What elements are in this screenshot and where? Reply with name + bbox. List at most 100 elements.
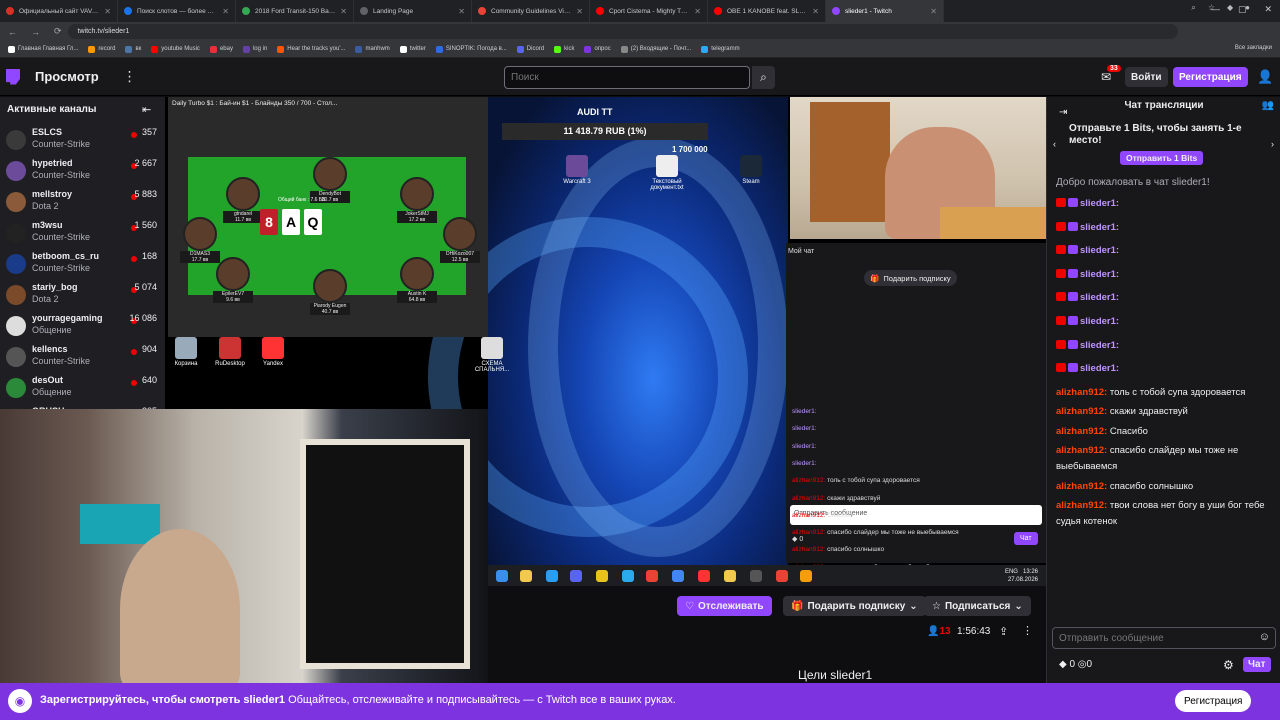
browser-tab[interactable]: OBE 1 KANOBE feat. SLIM - 5 y ✕ xyxy=(708,0,826,22)
collapse-sidebar-icon[interactable]: ⇤ xyxy=(142,103,151,116)
chat-send-button[interactable]: Чат xyxy=(1243,657,1271,672)
overlay-bits: ◆ 0 xyxy=(792,536,804,543)
app-icon xyxy=(800,570,812,582)
tab-close-icon[interactable]: ✕ xyxy=(340,7,347,16)
overlay-chat-message: alizhan912: Спасибо xyxy=(792,512,853,519)
profile-icon[interactable]: ● xyxy=(1245,3,1250,13)
tab-title: Cport Cistema - Mighty Try - Yo xyxy=(609,7,689,15)
share-icon[interactable]: ⇪ xyxy=(999,625,1008,638)
browser-tab[interactable]: Официальный сайт VAVADA C ✕ xyxy=(0,0,118,22)
broadcaster-badge-icon xyxy=(1056,221,1066,231)
sidebar-channel[interactable]: betboom_cs_ru Counter-Strike 168 xyxy=(0,248,165,279)
follow-button[interactable]: ♡ Отслеживать xyxy=(677,596,772,616)
subscribe-button[interactable]: ☆ Подписаться ⌄ xyxy=(924,596,1031,616)
notifications-icon[interactable]: ✉ xyxy=(1101,70,1111,84)
tab-close-icon[interactable]: ✕ xyxy=(104,7,111,16)
tab-close-icon[interactable]: ✕ xyxy=(812,7,819,16)
emote-picker-icon[interactable]: ☺ xyxy=(1259,631,1270,643)
browser-tab[interactable]: 2018 Ford Transit-150 Base w/ ✕ xyxy=(236,0,354,22)
bookmark-item[interactable]: Dicord xyxy=(516,45,544,53)
bookmark-item[interactable]: youtube Music xyxy=(151,45,200,53)
search-button[interactable]: ⌕ xyxy=(752,66,775,89)
folder-icon xyxy=(520,570,532,582)
poker-seat xyxy=(216,257,250,291)
bookmark-item[interactable]: SINOPTIK: Погода в... xyxy=(435,45,507,53)
poker-seat-label: EpilerEV7 9.6 вв xyxy=(213,291,253,303)
reload-icon[interactable]: ⟳ xyxy=(54,26,62,37)
search-input[interactable] xyxy=(504,66,750,89)
zoom-icon[interactable]: ⌕ xyxy=(1191,3,1195,13)
browser-tab[interactable]: Поиск слотов — более 5000 ✕ xyxy=(118,0,236,22)
sidebar-channel[interactable]: ESLCS Counter-Strike 357 xyxy=(0,124,165,155)
url-field[interactable]: twitch.tv/slieder1 xyxy=(67,24,1178,39)
chrome-icon xyxy=(646,570,658,582)
sidebar-channel[interactable]: hypetried Counter-Strike 2 667 xyxy=(0,155,165,186)
chevron-down-icon: ⌄ xyxy=(1014,600,1023,612)
browser-tab[interactable]: Cport Cistema - Mighty Try - Yo ✕ xyxy=(590,0,708,22)
desktop-icon: СХЕМА СПАЛЬНЯ... xyxy=(472,337,512,373)
poker-seat-label: JokerStMJ 17.2 вв xyxy=(397,211,437,223)
channel-category: Dota 2 xyxy=(32,201,59,211)
extension-icon[interactable]: ◆ xyxy=(1227,3,1233,13)
browser-tab[interactable]: slieder1 - Twitch ✕ xyxy=(826,0,944,22)
sidebar-channel[interactable]: m3wsu Counter-Strike 1 560 xyxy=(0,217,165,248)
send-bits-button[interactable]: Отправить 1 Bits xyxy=(1120,151,1204,165)
more-menu-icon[interactable]: ⋮ xyxy=(123,68,137,85)
bookmark-item[interactable]: telegramm xyxy=(701,45,740,53)
more-options-icon[interactable]: ⋮ xyxy=(1022,624,1033,637)
tab-close-icon[interactable]: ✕ xyxy=(458,7,465,16)
telegram-icon xyxy=(622,570,634,582)
bookmark-item[interactable]: (2) Входящие - Почт... xyxy=(620,45,692,53)
tab-close-icon[interactable]: ✕ xyxy=(222,7,229,16)
browse-link[interactable]: Просмотр xyxy=(35,69,99,84)
tab-close-icon[interactable]: ✕ xyxy=(930,7,937,16)
gift-sub-button[interactable]: 🎁 Подарить подписку ⌄ xyxy=(783,596,926,616)
banner-signup-button[interactable]: Регистрация xyxy=(1175,690,1252,712)
chat-settings-icon[interactable]: ⚙ xyxy=(1223,658,1234,672)
sidebar-channel[interactable]: ORUSHcore 205 xyxy=(0,403,165,409)
all-bookmarks-link[interactable]: Все закладки xyxy=(1235,45,1272,51)
browser-tab[interactable]: Community Guidelines Violatio ✕ xyxy=(472,0,590,22)
bookmark-item[interactable]: manhwm xyxy=(355,45,390,53)
close-window-icon[interactable]: ✕ xyxy=(1264,4,1272,15)
bookmark-item[interactable]: опрос xyxy=(584,45,611,53)
forward-icon[interactable]: → xyxy=(31,27,40,37)
gift-icon: 🎁 xyxy=(791,600,804,612)
bookmark-item[interactable]: log in xyxy=(242,45,267,53)
chat-bits[interactable]: ◆ 0 ◎0 xyxy=(1059,659,1092,670)
chat-users-icon[interactable]: 👥 xyxy=(1262,100,1274,111)
sidebar-channel[interactable]: yourragegaming Общение 16 086 xyxy=(0,310,165,341)
chat-input[interactable] xyxy=(1052,627,1276,649)
sidebar-channel[interactable]: kellencs Counter-Strike 904 xyxy=(0,341,165,372)
bookmark-item[interactable]: record xyxy=(88,45,115,53)
signup-button[interactable]: Регистрация xyxy=(1173,67,1248,87)
bits-next-icon[interactable]: › xyxy=(1271,139,1274,149)
chat-username: slieder1: xyxy=(1080,316,1120,327)
tab-close-icon[interactable]: ✕ xyxy=(576,7,583,16)
login-button[interactable]: Войти xyxy=(1125,67,1168,87)
bookmark-item[interactable]: Главная Главная Гл... xyxy=(8,45,78,53)
back-icon[interactable]: ← xyxy=(8,27,17,37)
browser-tab[interactable]: Landing Page ✕ xyxy=(354,0,472,22)
bookmark-label: (2) Входящие - Почт... xyxy=(630,46,692,52)
bookmark-item[interactable]: ebay xyxy=(209,45,233,53)
channel-name: ESLCS xyxy=(32,127,63,137)
sidebar-channel[interactable]: desOut Общение 640 xyxy=(0,372,165,403)
bookmark-item[interactable]: kick xyxy=(554,45,574,53)
overlay-gift-sub: 🎁 Подарить подписку xyxy=(864,270,957,286)
twitch-logo-icon[interactable] xyxy=(6,68,20,85)
overlay-chat-message: alizhan912: толь с тобой супа здороваетс… xyxy=(792,477,920,484)
bookmark-item[interactable]: twitter xyxy=(399,45,426,53)
tab-close-icon[interactable]: ✕ xyxy=(694,7,701,16)
bookmark-item[interactable]: вк xyxy=(125,45,141,53)
bookmark-item[interactable]: Hear the tracks you'... xyxy=(277,45,345,53)
tab-title: slieder1 - Twitch xyxy=(845,7,892,15)
bits-promo-text: Отправьте 1 Bits, чтобы занять 1-е место… xyxy=(1069,123,1242,146)
user-menu-icon[interactable]: 👤 xyxy=(1257,69,1273,85)
bookmark-star-icon[interactable]: ☆ xyxy=(1208,3,1215,13)
bits-prev-icon[interactable]: ‹ xyxy=(1053,139,1056,149)
channel-viewers: 2 667 xyxy=(134,158,157,168)
sidebar-channel[interactable]: stariy_bog Dota 2 5 074 xyxy=(0,279,165,310)
sidebar-channel[interactable]: mellstroy Dota 2 5 883 xyxy=(0,186,165,217)
poker-player-stack: 12.5 вв xyxy=(451,257,469,263)
